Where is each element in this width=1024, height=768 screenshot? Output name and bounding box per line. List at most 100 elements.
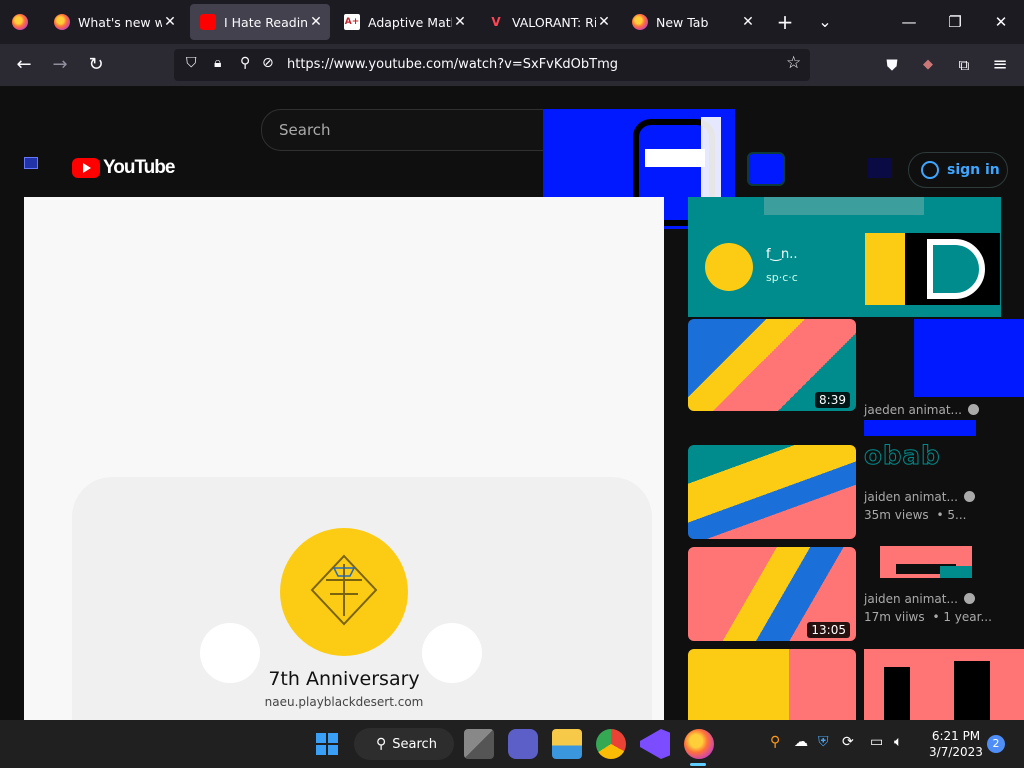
tab-title: New Tab [656,14,709,30]
ad-site[interactable]: naeu.playblackdesert.com [24,695,664,709]
volume-icon[interactable]: 🔈︎ [894,734,902,750]
close-tab-icon[interactable]: ✕ [308,14,324,30]
video-channel[interactable]: jaiden animat... [864,490,975,504]
windows-taskbar: ⚲ Search ⚲ ☁ ⛨ ⟳ ▭ 🔈︎ 6:21 PM 3/7/2023 2 [0,720,1024,768]
navigation-toolbar: ← → ↻ ⛉ 🔒︎ ⚲ ⊘ https://www.youtube.com/w… [0,44,1024,86]
sign-in-label: sign in [947,162,1000,178]
browser-tab-strip: What's new with ✕ I Hate Reading - ✕ A+ … [0,0,1024,44]
tab-title: Adaptive Math | [368,14,452,30]
tab-title: I Hate Reading - [224,14,308,30]
pocket-icon[interactable]: ⛊ [878,51,906,79]
video-duration: 13:05 [807,622,850,638]
rendering-artifact [914,319,1024,397]
app-menu-icon[interactable]: ≡ [986,51,1014,79]
video-thumbnail[interactable]: 13:05 [688,547,856,641]
minimize-button[interactable]: — [886,0,932,44]
tab-whats-new[interactable]: What's new with ✕ [44,4,184,40]
clock-date: 3/7/2023 [929,745,983,759]
youtube-icon [200,14,216,30]
apps-icon[interactable] [868,158,892,178]
back-button[interactable]: ← [10,51,38,79]
rendering-artifact [864,420,976,436]
search-icon: ⚲ [376,736,387,752]
forward-button[interactable]: → [46,51,74,79]
visual-studio-icon[interactable] [640,729,670,759]
black-desert-logo [280,528,408,656]
close-tab-icon[interactable]: ✕ [452,14,468,30]
search-placeholder: Search [279,121,331,139]
video-thumbnail[interactable]: 8:39 [688,319,856,411]
video-stats: 35m views • 5... [864,508,967,522]
teams-chat-icon[interactable] [508,729,538,759]
verified-icon [967,404,979,415]
autoplay-blocked-icon[interactable]: ⊘ [262,55,274,71]
cloud-icon[interactable]: ☁ [794,734,808,750]
firefox-icon [632,14,648,30]
create-icon[interactable] [747,152,785,186]
rendering-artifact [864,649,1024,720]
display-icon[interactable]: ▭ [870,734,883,750]
tab-title: VALORANT: Riot [512,14,596,30]
youtube-logo-text: YouTube [103,157,175,178]
ad-card-subtitle: sp·c·c [766,271,798,284]
url-text[interactable]: https://www.youtube.com/watch?v=SxFvKdOb… [287,57,618,72]
youtube-page: YouTube Search sign in 7th Anniversary n… [0,86,1024,720]
clock-time: 6:21 PM [931,729,981,743]
close-tab-icon[interactable]: ✕ [740,14,756,30]
youtube-logo[interactable]: YouTube [72,157,175,179]
companion-ad-card[interactable]: f‿n.. sp·c·c [688,197,1001,317]
chrome-icon[interactable] [596,729,626,759]
ad-avatar [705,243,753,291]
task-view-icon[interactable] [464,729,494,759]
extension-icon[interactable]: ◆ [914,51,942,79]
url-bar[interactable]: ⛉ 🔒︎ ⚲ ⊘ https://www.youtube.com/watch?v… [174,49,810,81]
window-close-button[interactable]: ✕ [978,0,1024,44]
video-thumbnail[interactable] [688,445,856,539]
search-box[interactable]: Search [261,109,563,151]
notification-badge[interactable]: 2 [987,735,1005,753]
ad-title: 7th Anniversary [268,668,420,690]
bookmark-star-icon[interactable]: ☆ [786,53,801,73]
ad-card-title: f‿n.. [766,247,798,262]
system-clock[interactable]: 6:21 PM 3/7/2023 [924,728,988,760]
video-channel[interactable]: jaeden animat... [864,403,979,417]
video-thumbnail[interactable] [688,649,856,720]
tab-title: What's new with [78,14,162,30]
firefox-taskbar-icon[interactable] [684,729,714,759]
taskbar-search[interactable]: ⚲ Search [354,728,454,760]
extensions-puzzle-icon[interactable]: ⧉ [950,51,978,79]
search-tray-icon[interactable]: ⚲ [770,734,780,750]
tab-valorant[interactable]: V VALORANT: Riot ✕ [478,4,618,40]
sign-in-button[interactable]: sign in [908,152,1008,188]
ad-card-banner [764,197,924,215]
video-duration: 8:39 [815,392,850,408]
security-icon[interactable]: ⛨ [818,734,829,750]
file-explorer-icon[interactable] [552,729,582,759]
video-stats: 17m viiws • 1 year... [864,610,992,624]
youtube-play-icon [72,158,100,178]
start-windows-icon[interactable] [312,729,342,759]
list-all-tabs-button[interactable]: ⌄ [811,8,839,36]
tab-i-hate-reading[interactable]: I Hate Reading - ✕ [190,4,330,40]
account-icon [921,161,939,179]
video-channel[interactable]: jaiden animat... [864,592,975,606]
close-tab-icon[interactable]: ✕ [162,14,178,30]
close-tab-icon[interactable]: ✕ [596,14,612,30]
adaptive-math-icon: A+ [344,14,360,30]
firefox-view-button[interactable] [6,8,34,36]
tab-new-tab[interactable]: New Tab ✕ [622,4,762,40]
reload-button[interactable]: ↻ [82,51,110,79]
video-player[interactable]: 7th Anniversary naeu.playblackdesert.com [24,197,664,720]
firefox-icon [12,14,28,30]
lock-icon[interactable]: 🔒︎ [214,55,221,71]
video-title[interactable]: obab [864,441,941,472]
sync-icon[interactable]: ⟳ [842,734,854,750]
maximize-button[interactable]: ❐ [932,0,978,44]
firefox-icon [54,14,70,30]
verified-icon [963,593,975,604]
new-tab-button[interactable]: + [771,8,799,36]
tab-adaptive-math[interactable]: A+ Adaptive Math | ✕ [334,4,474,40]
guide-menu-icon[interactable] [24,157,38,169]
permissions-icon[interactable]: ⚲ [240,55,250,71]
shield-icon[interactable]: ⛉ [186,55,197,71]
